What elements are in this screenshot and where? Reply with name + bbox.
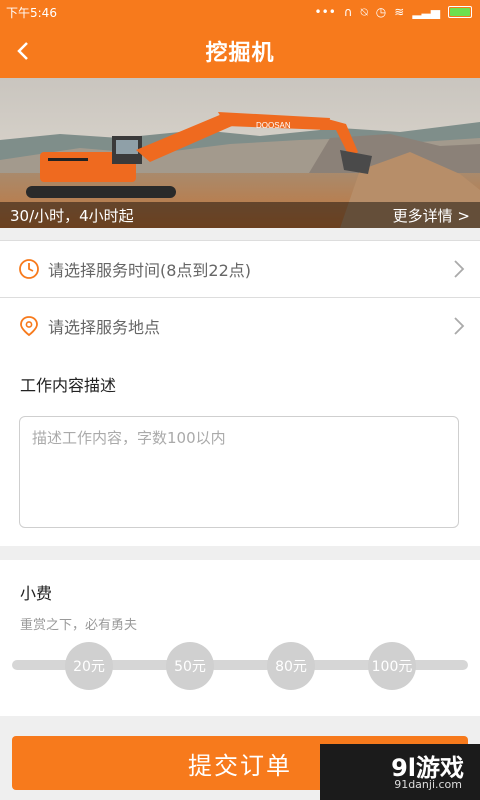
watermark: 9l游戏 91danji.com bbox=[320, 744, 480, 800]
work-description-label: 工作内容描述 bbox=[20, 376, 117, 395]
battery-icon bbox=[448, 6, 472, 18]
mute-icon: ⍉ bbox=[360, 4, 368, 19]
status-time: 下午5:46 bbox=[6, 5, 57, 20]
more-details-link[interactable]: 更多详情 > bbox=[393, 205, 480, 226]
service-location-row[interactable]: 请选择服务地点 bbox=[0, 297, 480, 354]
tip-option-100[interactable]: 100元 bbox=[368, 642, 416, 690]
watermark-url: 91danji.com bbox=[394, 778, 462, 791]
tip-section: 小费 重赏之下，必有勇夫 20元 50元 80元 100元 bbox=[0, 560, 480, 716]
service-location-label: 请选择服务地点 bbox=[48, 318, 161, 337]
tip-option-20[interactable]: 20元 bbox=[65, 642, 113, 690]
banner-caption: 30/小时，4小时起 更多详情 > bbox=[0, 202, 480, 228]
headset-icon: ∩ bbox=[343, 5, 353, 19]
work-description-input[interactable]: 描述工作内容，字数100以内 bbox=[19, 416, 459, 528]
status-bar: 下午5:46 ••• ∩ ⍉ ◷ ≋ ▂▃▅ bbox=[0, 0, 480, 24]
work-description-section: 工作内容描述 描述工作内容，字数100以内 bbox=[0, 354, 480, 546]
tip-label: 小费 bbox=[20, 584, 53, 603]
wifi-icon: ≋ bbox=[394, 5, 405, 19]
location-pin-icon bbox=[20, 316, 38, 337]
alarm-icon: ◷ bbox=[375, 5, 387, 19]
tip-option-50[interactable]: 50元 bbox=[166, 642, 214, 690]
tip-option-80[interactable]: 80元 bbox=[267, 642, 315, 690]
service-banner[interactable]: DOOSAN 30/小时，4小时起 更多详情 > bbox=[0, 78, 480, 228]
clock-icon bbox=[19, 259, 39, 279]
service-time-label: 请选择服务时间(8点到22点) bbox=[48, 261, 252, 280]
nav-bar: 挖掘机 bbox=[0, 24, 480, 78]
signal-icon: ▂▃▅ bbox=[412, 5, 440, 19]
tip-subtitle: 重赏之下，必有勇夫 bbox=[20, 618, 138, 633]
page-title: 挖掘机 bbox=[205, 41, 275, 66]
back-arrow-icon[interactable] bbox=[10, 36, 40, 66]
chevron-right-icon bbox=[454, 260, 465, 278]
service-time-row[interactable]: 请选择服务时间(8点到22点) bbox=[0, 240, 480, 297]
more-dots-icon: ••• bbox=[314, 5, 336, 19]
price-text: 30/小时，4小时起 bbox=[10, 206, 134, 225]
chevron-right-icon bbox=[454, 317, 465, 335]
status-icons: ••• ∩ ⍉ ◷ ≋ ▂▃▅ bbox=[315, 5, 480, 20]
brand-decal: DOOSAN bbox=[256, 121, 291, 130]
